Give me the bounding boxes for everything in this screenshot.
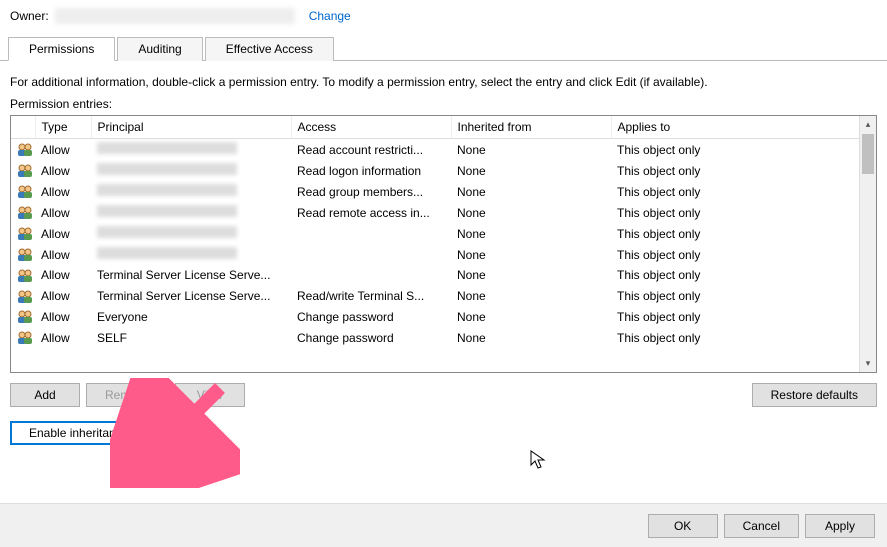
remove-button[interactable]: Remove bbox=[86, 383, 169, 407]
tab-effective-access[interactable]: Effective Access bbox=[205, 37, 334, 61]
cell-applies: This object only bbox=[611, 160, 876, 181]
cell-principal bbox=[91, 160, 291, 181]
scrollbar[interactable]: ▴ ▾ bbox=[859, 116, 876, 372]
col-inherited[interactable]: Inherited from bbox=[451, 116, 611, 139]
table-row[interactable]: AllowTerminal Server License Serve... Non… bbox=[11, 265, 876, 286]
cell-access: Read group members... bbox=[291, 181, 451, 202]
cell-access: Change password bbox=[291, 327, 451, 348]
info-text: For additional information, double-click… bbox=[0, 61, 887, 97]
cell-inherited: None bbox=[451, 139, 611, 161]
col-icon[interactable] bbox=[11, 116, 35, 139]
cell-type: Allow bbox=[35, 265, 91, 286]
ok-button[interactable]: OK bbox=[648, 514, 718, 538]
col-applies[interactable]: Applies to bbox=[611, 116, 876, 139]
scroll-down-icon[interactable]: ▾ bbox=[860, 355, 876, 372]
cell-applies: This object only bbox=[611, 286, 876, 307]
cell-applies: This object only bbox=[611, 244, 876, 265]
group-icon bbox=[17, 248, 35, 262]
cell-type: Allow bbox=[35, 286, 91, 307]
dialog-button-bar: OK Cancel Apply bbox=[0, 503, 887, 547]
cell-principal bbox=[91, 244, 291, 265]
table-row[interactable]: AllowTerminal Server License Serve...Rea… bbox=[11, 286, 876, 307]
cell-type: Allow bbox=[35, 181, 91, 202]
cell-access: Read logon information bbox=[291, 160, 451, 181]
cell-inherited: None bbox=[451, 286, 611, 307]
cell-type: Allow bbox=[35, 139, 91, 161]
cell-applies: This object only bbox=[611, 181, 876, 202]
cell-applies: This object only bbox=[611, 223, 876, 244]
owner-name bbox=[55, 8, 295, 24]
table-row[interactable]: AllowEveryoneChange passwordNoneThis obj… bbox=[11, 307, 876, 328]
add-button[interactable]: Add bbox=[10, 383, 80, 407]
cell-inherited: None bbox=[451, 265, 611, 286]
cell-type: Allow bbox=[35, 244, 91, 265]
cell-access: Read account restricti... bbox=[291, 139, 451, 161]
cell-type: Allow bbox=[35, 307, 91, 328]
cell-principal bbox=[91, 202, 291, 223]
cell-inherited: None bbox=[451, 223, 611, 244]
group-icon bbox=[17, 331, 35, 345]
col-access[interactable]: Access bbox=[291, 116, 451, 139]
group-icon bbox=[17, 269, 35, 283]
group-icon bbox=[17, 227, 35, 241]
cell-inherited: None bbox=[451, 181, 611, 202]
group-icon bbox=[17, 290, 35, 304]
group-icon bbox=[17, 164, 35, 178]
group-icon bbox=[17, 185, 35, 199]
restore-defaults-button[interactable]: Restore defaults bbox=[752, 383, 877, 407]
scroll-up-icon[interactable]: ▴ bbox=[860, 116, 876, 133]
table-row[interactable]: Allow Read account restricti...NoneThis o… bbox=[11, 139, 876, 161]
cell-access: Read/write Terminal S... bbox=[291, 286, 451, 307]
cell-principal bbox=[91, 181, 291, 202]
table-row[interactable]: Allow Read remote access in...NoneThis ob… bbox=[11, 202, 876, 223]
cell-principal: Terminal Server License Serve... bbox=[91, 265, 291, 286]
entries-label: Permission entries: bbox=[0, 97, 887, 115]
cell-type: Allow bbox=[35, 223, 91, 244]
cell-inherited: None bbox=[451, 327, 611, 348]
cell-inherited: None bbox=[451, 160, 611, 181]
cell-applies: This object only bbox=[611, 139, 876, 161]
table-row[interactable]: Allow Read logon informationNoneThis obje… bbox=[11, 160, 876, 181]
cell-principal: Terminal Server License Serve... bbox=[91, 286, 291, 307]
cell-access bbox=[291, 244, 451, 265]
cell-applies: This object only bbox=[611, 265, 876, 286]
cell-access bbox=[291, 223, 451, 244]
cell-applies: This object only bbox=[611, 327, 876, 348]
permission-table: Type Principal Access Inherited from App… bbox=[10, 115, 877, 373]
cell-access: Change password bbox=[291, 307, 451, 328]
scroll-thumb[interactable] bbox=[862, 134, 874, 174]
table-row[interactable]: Allow NoneThis object only bbox=[11, 244, 876, 265]
change-link[interactable]: Change bbox=[309, 9, 351, 23]
cell-principal bbox=[91, 139, 291, 161]
table-row[interactable]: Allow Read group members...NoneThis objec… bbox=[11, 181, 876, 202]
table-row[interactable]: AllowSELFChange passwordNoneThis object … bbox=[11, 327, 876, 348]
cell-inherited: None bbox=[451, 202, 611, 223]
cell-inherited: None bbox=[451, 244, 611, 265]
cell-principal: SELF bbox=[91, 327, 291, 348]
group-icon bbox=[17, 206, 35, 220]
tab-permissions[interactable]: Permissions bbox=[8, 37, 115, 61]
enable-inheritance-button[interactable]: Enable inheritance bbox=[10, 421, 147, 445]
col-principal[interactable]: Principal bbox=[91, 116, 291, 139]
cancel-button[interactable]: Cancel bbox=[724, 514, 799, 538]
cell-principal bbox=[91, 223, 291, 244]
cell-access bbox=[291, 265, 451, 286]
owner-label: Owner: bbox=[10, 9, 49, 23]
view-button[interactable]: View bbox=[175, 383, 245, 407]
tab-bar: Permissions Auditing Effective Access bbox=[0, 36, 887, 61]
table-row[interactable]: Allow NoneThis object only bbox=[11, 223, 876, 244]
cell-applies: This object only bbox=[611, 202, 876, 223]
apply-button[interactable]: Apply bbox=[805, 514, 875, 538]
cell-type: Allow bbox=[35, 202, 91, 223]
cell-access: Read remote access in... bbox=[291, 202, 451, 223]
tab-auditing[interactable]: Auditing bbox=[117, 37, 202, 61]
cell-type: Allow bbox=[35, 327, 91, 348]
cell-type: Allow bbox=[35, 160, 91, 181]
cell-inherited: None bbox=[451, 307, 611, 328]
col-type[interactable]: Type bbox=[35, 116, 91, 139]
cell-principal: Everyone bbox=[91, 307, 291, 328]
group-icon bbox=[17, 310, 35, 324]
cell-applies: This object only bbox=[611, 307, 876, 328]
group-icon bbox=[17, 143, 35, 157]
